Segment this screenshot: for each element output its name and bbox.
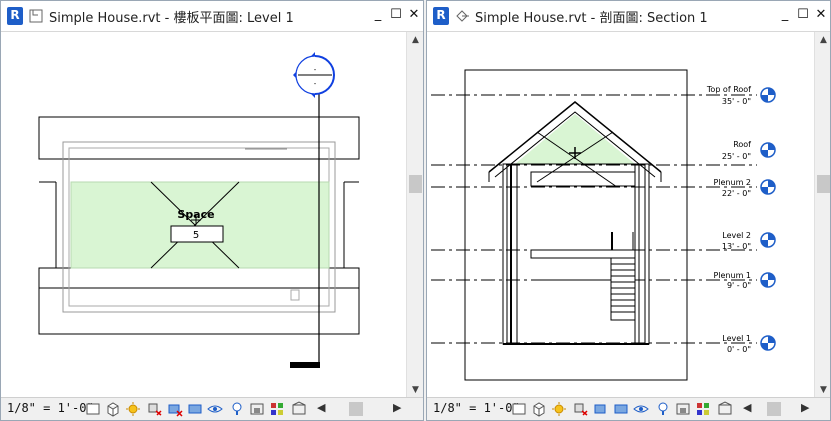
svg-text:Level 2: Level 2 [722,231,751,240]
wall-south-outer[interactable] [38,267,360,335]
lock-3d-view-icon[interactable] [249,401,265,417]
floor-plan-canvas[interactable]: Space 5 - - [1,32,405,400]
svg-text:0' - 0": 0' - 0" [727,345,751,354]
floor-plan-view-icon [29,9,43,23]
section-tail[interactable] [290,362,320,368]
sun-path-icon[interactable] [551,401,567,417]
view-control-bar: 1/8" = 1'-0" ◀ ▶ [427,397,830,420]
highlight-displacement-icon[interactable] [291,401,307,417]
view-control-bar: 1/8" = 1'-0" ◀ ▶ [1,397,423,420]
shadows-icon[interactable] [573,401,589,417]
highlight-displacement-icon[interactable] [717,401,733,417]
section-head-icon[interactable]: - - [293,52,335,98]
minimize-button[interactable]: _ [777,7,793,23]
sun-path-icon[interactable] [125,401,141,417]
lock-3d-view-icon[interactable] [675,401,691,417]
scroll-right-button[interactable]: ▶ [801,401,809,414]
visual-style-icon[interactable] [105,401,121,417]
title-bar[interactable]: R Simple House.rvt - 剖面圖: Section 1 _ ☐ … [427,1,830,32]
window-title: Simple House.rvt - 剖面圖: Section 1 [475,11,708,26]
revit-logo-icon: R [433,7,449,25]
close-button[interactable]: ✕ [406,7,422,23]
svg-text:Level 1: Level 1 [722,334,751,343]
temporary-hide-icon[interactable] [207,401,223,417]
reveal-hidden-icon[interactable] [229,401,245,417]
scroll-up-button[interactable]: ▲ [407,32,423,48]
section-canvas[interactable]: Top of Roof 35' - 0" Roof 25' - 0" Plenu… [427,32,813,400]
reveal-hidden-icon[interactable] [655,401,671,417]
show-crop-region-icon[interactable] [613,401,629,417]
scroll-right-button[interactable]: ▶ [393,401,401,414]
level-head-plenum-2[interactable]: Plenum 2 22' - 0" [713,178,751,198]
scroll-up-button[interactable]: ▲ [815,32,830,48]
svg-text:13' - 0": 13' - 0" [722,242,751,251]
scroll-thumb[interactable] [817,175,830,193]
detail-level-icon[interactable] [85,401,101,417]
scroll-left-button[interactable]: ◀ [743,401,751,414]
svg-text:Plenum 1: Plenum 1 [713,271,751,280]
minimize-button[interactable]: _ [370,7,386,23]
title-bar[interactable]: R Simple House.rvt - 樓板平面圖: Level 1 _ ☐ … [1,1,423,32]
stair[interactable] [610,232,636,321]
scroll-down-button[interactable]: ▼ [815,382,830,398]
horizontal-scroll-thumb[interactable] [349,402,363,416]
scroll-down-button[interactable]: ▼ [407,382,423,398]
analytical-model-icon[interactable] [695,401,711,417]
floor-plan-window[interactable]: R Simple House.rvt - 樓板平面圖: Level 1 _ ☐ … [0,0,424,421]
svg-text:35' - 0": 35' - 0" [722,97,751,106]
detail-level-icon[interactable] [511,401,527,417]
close-button[interactable]: ✕ [813,7,829,23]
window-title: Simple House.rvt - 樓板平面圖: Level 1 [49,11,294,26]
level-target-icons [760,87,776,351]
vertical-scrollbar[interactable]: ▲ ▼ [814,32,830,398]
space-number: 5 [193,230,199,241]
svg-text:Roof: Roof [733,140,751,149]
scroll-left-button[interactable]: ◀ [317,401,325,414]
view-scale[interactable]: 1/8" = 1'-0" [7,401,94,415]
section-view-icon [456,10,469,22]
level-head-roof[interactable]: Roof 25' - 0" [722,140,751,161]
maximize-button[interactable]: ☐ [388,7,404,23]
visual-style-icon[interactable] [531,401,547,417]
show-crop-region-icon[interactable] [187,401,203,417]
horizontal-scroll-thumb[interactable] [767,402,781,416]
vertical-scrollbar[interactable]: ▲ ▼ [406,32,423,398]
temporary-hide-icon[interactable] [633,401,649,417]
maximize-button[interactable]: ☐ [795,7,811,23]
level-head-level-2[interactable]: Level 2 13' - 0" [722,231,751,251]
analytical-model-icon[interactable] [269,401,285,417]
crop-view-icon[interactable] [593,401,609,417]
svg-text:9' - 0": 9' - 0" [727,281,751,290]
section-window[interactable]: R Simple House.rvt - 剖面圖: Section 1 _ ☐ … [426,0,831,421]
crop-view-icon[interactable] [167,401,183,417]
svg-text:Top of Roof: Top of Roof [706,85,751,94]
svg-text:25' - 0": 25' - 0" [722,152,751,161]
shadows-icon[interactable] [147,401,163,417]
svg-text:22' - 0": 22' - 0" [722,189,751,198]
view-scale[interactable]: 1/8" = 1'-0" [433,401,520,415]
space-region[interactable] [70,181,330,269]
svg-text:Plenum 2: Plenum 2 [713,178,751,187]
level-head-level-1[interactable]: Level 1 0' - 0" [722,334,751,354]
wall-north-outer[interactable] [38,116,360,160]
revit-logo-icon: R [7,7,23,25]
scroll-thumb[interactable] [409,175,422,193]
